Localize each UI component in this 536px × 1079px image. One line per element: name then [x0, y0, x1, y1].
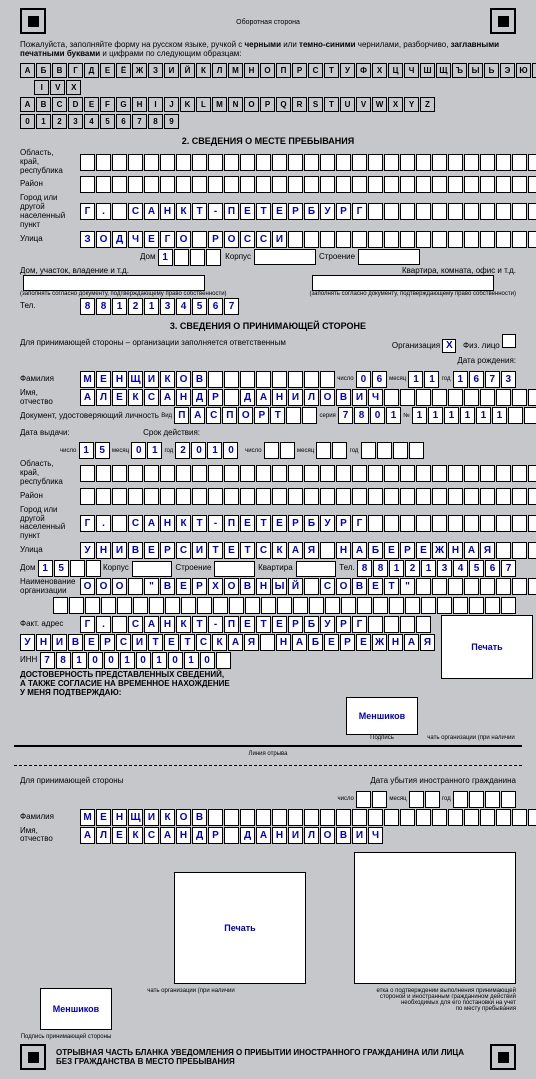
corner-marker-tl	[20, 8, 46, 34]
tearline-label: Линия отрыва	[20, 751, 516, 757]
roman-row: IVX	[34, 80, 81, 95]
s2-house[interactable]: 1	[158, 249, 221, 266]
street-label: Улица	[20, 235, 80, 244]
signature-box: Меншиков	[346, 697, 418, 735]
corner-marker-bl	[20, 1044, 46, 1070]
section2-title: 2. СВЕДЕНИЯ О МЕСТЕ ПРЕБЫВАНИЯ	[20, 136, 516, 146]
alphabet-ru: АБВГДЕЁЖЗИЙКЛМНОПРСТУФХЦЧШЩЪЫЬЭЮЯ	[20, 63, 536, 78]
bottom-sig: Меншиков	[40, 988, 112, 1030]
district-label: Район	[20, 180, 80, 189]
s3-fam[interactable]: МЕНЩИКОВ	[80, 371, 335, 388]
city-label: Город или другой населенный пункт	[20, 194, 80, 229]
corner-marker-tr	[490, 8, 516, 34]
stamp-box: Печать	[441, 615, 533, 679]
region-label: Область, край, республика	[20, 149, 80, 175]
footer-title: ОТРЫВНАЯ ЧАСТЬ БЛАНКА УВЕДОМЛЕНИЯ О ПРИБ…	[56, 1048, 480, 1066]
digits-row: 0123456789	[20, 114, 179, 129]
stroenie-field[interactable]	[358, 249, 420, 265]
house-detail[interactable]	[23, 275, 205, 291]
confirm-text: ДОСТОВЕРНОСТЬ ПРЕДСТАВЛЕННЫХ СВЕДЕНИЙ, А…	[20, 670, 435, 697]
bottom-stamp: Печать	[174, 872, 306, 984]
flat-detail[interactable]	[312, 275, 494, 291]
district-cells[interactable]	[80, 176, 536, 193]
s2-city-cells[interactable]: Г.САНКТ-ПЕТЕРБУРГ	[80, 203, 536, 220]
s2-tel[interactable]: 8812134567	[80, 298, 239, 315]
back-side-label: Оборотная сторона	[236, 19, 300, 26]
section3-title: 3. СВЕДЕНИЯ О ПРИНИМАЮЩЕЙ СТОРОНЕ	[20, 321, 516, 331]
instruction: Пожалуйста, заполняйте форму на русском …	[20, 40, 516, 58]
fiz-checkbox[interactable]	[502, 334, 516, 348]
mark-box	[354, 852, 516, 984]
s2-street-cells[interactable]: ЗОДЧЕГОРОССИ	[80, 231, 536, 248]
s3-name[interactable]: АЛЕКСАНДРДАНИЛОВИЧ	[80, 389, 536, 406]
korpus-field[interactable]	[254, 249, 316, 265]
org-checkbox[interactable]: X	[442, 339, 456, 353]
corner-marker-br	[490, 1044, 516, 1070]
region-cells[interactable]	[80, 154, 536, 171]
alphabet-en: ABCDEFGHIJKLMNOPQRSTUVWXYZ	[20, 97, 435, 112]
